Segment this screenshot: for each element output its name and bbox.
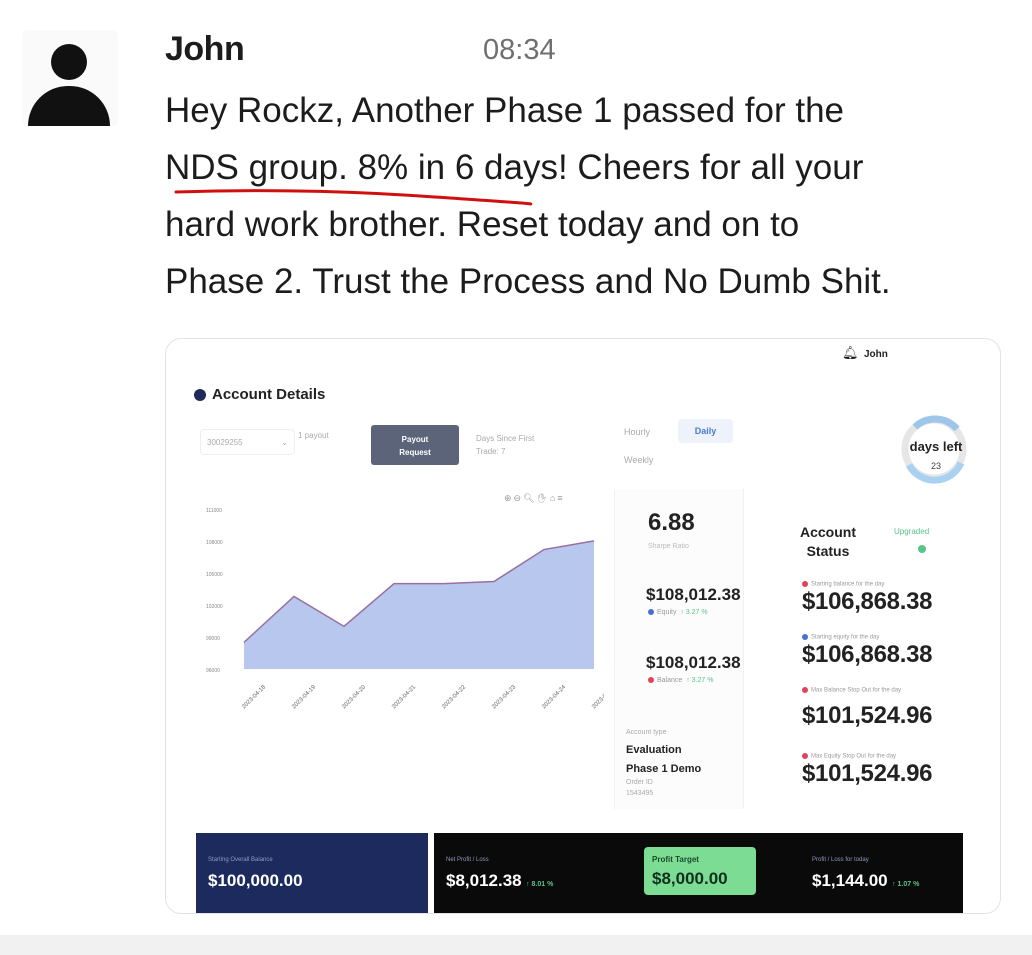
equity-value: $108,012.38 [646,585,741,604]
x-tick-label: 2023-04-21 [391,684,417,710]
avatar-head [51,44,87,80]
y-tick-label: 111000 [206,508,222,514]
sharpe-label: Sharpe Ratio [648,543,689,550]
topbar-username: John [864,349,888,360]
tab-daily[interactable]: Daily [678,419,733,443]
today-profit-value: $1,144.00 ↑ 1.07 % [812,871,920,890]
y-tick-label: 108000 [206,540,223,546]
red-dot-icon [802,687,808,693]
account-select[interactable]: 30029255 ⌄ [200,429,295,455]
tab-weekly[interactable]: Weekly [624,455,653,465]
red-dot-icon [802,581,808,587]
balance-dot-icon [648,677,654,684]
sharpe-value: 6.88 [648,509,695,536]
x-tick-label: 2023-04-25 [591,684,604,710]
starting-balance-tile: Starting Overall Balance $100,000.00 [196,833,428,913]
x-tick-label: 2023-04-20 [341,684,367,710]
days-since-first-trade: Days Since First Trade: 7 [476,434,535,456]
series-area [244,540,594,669]
x-tick-label: 2023-04-18 [241,684,267,710]
right-stat: Max Balance Stop Out for the day $101,52… [802,687,933,729]
bell-icon: 🔔︎ [842,345,859,360]
red-dot-icon [802,753,808,759]
message-time: 08:34 [483,34,556,66]
profit-target-tile: Profit Target $8,000.00 [644,847,756,895]
right-stat: Starting equity for the day $106,868.38 [802,634,933,668]
right-stat: Max Equity Stop Out for the day $101,524… [802,753,933,787]
equity-meta: Equity ↑ 3.27 % [648,609,708,616]
avatar[interactable] [22,30,118,126]
x-tick-label: 2023-04-23 [491,684,517,710]
message-line: Hey Rockz, Another Phase 1 passed for th… [165,91,844,130]
chart-toolbar-icons[interactable]: ⊕⊖🔍︎✋︎⌂≡ [504,493,565,504]
avatar-body [28,86,110,126]
payouts-count: 1 payout [298,431,329,440]
message-text: Hey Rockz, Another Phase 1 passed for th… [165,82,1015,310]
balance-value: $108,012.38 [646,653,741,672]
account-type: Evaluation Phase 1 Demo [626,744,702,775]
message-line: Phase 2. Trust the Process and No Dumb S… [165,262,891,301]
message-line: NDS group. 8% in 6 days! Cheers for all … [165,148,864,187]
account-status-title: Account Status [800,524,856,559]
blue-dot-icon [802,634,808,640]
y-tick-label: 105000 [206,572,223,578]
right-stat: Starting balance for the day $106,868.38 [802,581,933,615]
net-profit-value: $8,012.38 ↑ 8.01 % [446,871,554,890]
account-type-label: Account type [626,729,667,736]
y-tick-label: 102000 [206,604,223,610]
status-dot-icon [918,545,926,553]
equity-chart: 111000 108000 105000 102000 99000 96000 2023-0… [206,508,604,710]
bottom-bar [0,935,1032,955]
account-icon [194,389,206,401]
account-details-title: Account Details [212,386,326,403]
days-left-value: 23 [930,461,941,471]
x-tick-label: 2023-04-24 [541,684,567,710]
payout-request-button[interactable]: Payout Request [371,425,459,465]
days-left-label: days left [909,439,963,454]
balance-meta: Balance ↑ 3.27 % [648,677,713,684]
y-tick-label: 99000 [206,636,220,642]
equity-dot-icon [648,609,654,616]
y-tick-label: 96000 [206,668,220,674]
status-badge: Upgraded [894,527,930,536]
x-tick-label: 2023-04-19 [291,684,317,710]
order-id: Order ID 1543495 [626,779,654,797]
author-name[interactable]: John [165,30,245,69]
x-tick-label: 2023-04-22 [441,684,467,710]
tab-hourly[interactable]: Hourly [624,427,650,437]
message-line: hard work brother. Reset today and on to [165,205,800,244]
dashboard-screenshot[interactable]: 🔔︎ John Account Details 30029255 ⌄ 1 pay… [165,338,1001,914]
